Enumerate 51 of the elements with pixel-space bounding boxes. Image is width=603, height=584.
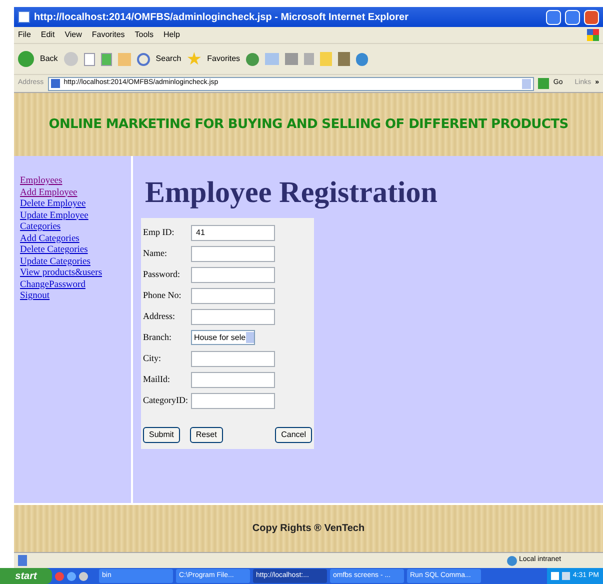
site-title: ONLINE MARKETING FOR BUYING AND SELLING OF DIFFERENT PRODUCTS: [48, 116, 568, 134]
field-label: City:: [143, 352, 162, 365]
menu-item[interactable]: Edit: [40, 29, 55, 41]
input-field[interactable]: [191, 266, 275, 282]
sidebar-link[interactable]: Add Employee: [14, 188, 131, 199]
minimize-button[interactable]: [546, 10, 561, 24]
copyright-text: Copy Rights ® VenTech: [252, 522, 365, 536]
sidebar-link[interactable]: Employees: [14, 176, 131, 188]
field-label: Branch:: [143, 330, 172, 344]
input-field[interactable]: [191, 350, 275, 366]
field-label: MailId:: [143, 372, 171, 386]
field-label: Emp ID:: [143, 226, 176, 239]
field-label: Phone No:: [143, 288, 182, 302]
sidebar-link[interactable]: Signout: [14, 291, 131, 302]
maximize-button[interactable]: [565, 10, 580, 24]
menu-item[interactable]: Tools: [134, 29, 154, 41]
sidebar-link[interactable]: Update Employee: [14, 210, 131, 222]
menu-item[interactable]: View: [64, 29, 82, 41]
page-heading: Employee Registration: [144, 176, 438, 210]
branch-select[interactable]: House for sele: [191, 330, 255, 345]
search-button[interactable]: Search: [156, 53, 182, 65]
field-label: CategoryID:: [143, 394, 189, 407]
favorites-button[interactable]: Favorites: [207, 53, 240, 65]
sidebar-link[interactable]: Add Categories: [14, 234, 131, 245]
form-button[interactable]: Submit: [143, 427, 180, 443]
windows-logo-icon[interactable]: [587, 29, 599, 41]
menu-item[interactable]: Favorites: [92, 29, 125, 41]
field-label: Name:: [143, 246, 168, 260]
input-field[interactable]: [191, 308, 275, 324]
sidebar-link[interactable]: View products&users: [14, 268, 131, 280]
form-button[interactable]: Cancel: [275, 427, 312, 443]
menu-item[interactable]: File: [18, 29, 31, 41]
input-field[interactable]: [191, 246, 275, 262]
field-label: Password:: [143, 268, 182, 281]
input-field[interactable]: [191, 288, 275, 304]
start-button[interactable]: start: [0, 568, 52, 584]
sidebar-link[interactable]: Update Categories: [14, 256, 131, 268]
menu-item[interactable]: Help: [163, 29, 180, 41]
window-title: http://localhost:2014/OMFBS/adminlogincheck.jsp - Microsoft Internet Explorer: [34, 10, 408, 24]
input-field[interactable]: [191, 372, 275, 388]
back-button[interactable]: Back: [40, 53, 58, 65]
sidebar-link[interactable]: Delete Employee: [14, 199, 131, 210]
field-label: Address:: [143, 310, 176, 323]
sidebar-link[interactable]: Categories: [14, 222, 131, 234]
sidebar-link[interactable]: Delete Categories: [14, 245, 131, 256]
search-icon[interactable]: [136, 52, 150, 66]
input-field[interactable]: 41: [191, 224, 275, 240]
input-field[interactable]: [191, 392, 275, 408]
form-button[interactable]: Reset: [190, 427, 223, 443]
sidebar-link[interactable]: ChangePassword: [14, 280, 131, 291]
close-button[interactable]: [584, 10, 599, 24]
